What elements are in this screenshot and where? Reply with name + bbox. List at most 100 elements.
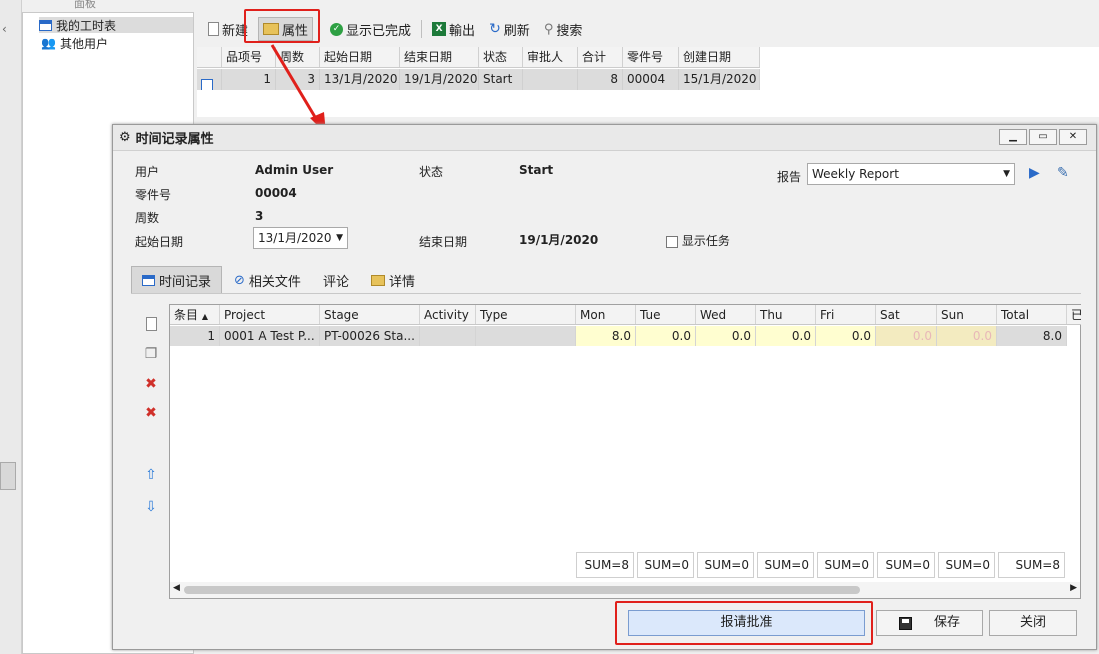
copy-entry-button[interactable]: ❐ <box>143 346 159 362</box>
arrow-up-icon: ⇧ <box>145 467 157 483</box>
show-completed-button[interactable]: ✓ 显示已完成 <box>326 17 415 41</box>
dialog-icon: ⚙ <box>119 130 131 145</box>
column-header[interactable]: 审批人 <box>523 47 578 67</box>
cell-thu[interactable]: 0.0 <box>756 326 816 346</box>
start-date-picker[interactable]: 13/1月/2020 ▼ <box>253 227 348 249</box>
excel-icon: X <box>432 22 447 36</box>
cell-mon[interactable]: 8.0 <box>576 326 636 346</box>
horizontal-scrollbar[interactable]: ◀ ▶ <box>170 582 1080 598</box>
column-header[interactable]: 已 <box>1067 305 1081 324</box>
column-header[interactable]: 零件号 <box>623 47 679 67</box>
tab-details[interactable]: 详情 <box>361 266 425 294</box>
column-header[interactable]: 状态 <box>479 47 523 67</box>
grid-icon <box>142 275 155 286</box>
part-label: 零件号 <box>135 188 172 202</box>
week-label: 周数 <box>135 211 160 225</box>
column-header[interactable]: 起始日期 <box>320 47 400 67</box>
report-select[interactable]: Weekly Report ▼ <box>807 163 1015 185</box>
show-tasks-option[interactable]: 显示任务 <box>666 232 730 249</box>
minimize-button[interactable]: ▁ <box>999 129 1027 145</box>
column-header[interactable]: Project <box>220 305 320 324</box>
row-select-cell[interactable] <box>197 69 222 90</box>
table-row[interactable]: 1 3 13/1月/2020 19/1月/2020 Start 8 00004 … <box>197 69 760 90</box>
dropdown-arrow-icon: ▼ <box>1003 169 1010 179</box>
cell-type[interactable] <box>476 326 576 346</box>
column-header[interactable]: Wed <box>696 305 756 324</box>
save-disk-icon <box>898 616 912 630</box>
report-label: 报告 <box>777 170 802 184</box>
refresh-icon: ↻ <box>489 21 501 37</box>
cell-wed[interactable]: 0.0 <box>696 326 756 346</box>
row-checkbox[interactable] <box>201 78 213 90</box>
scroll-left-icon[interactable]: ◀ <box>173 583 180 593</box>
tab-related-files[interactable]: ⊘ 相关文件 <box>224 266 311 294</box>
move-up-button[interactable]: ⇧ <box>143 467 159 483</box>
cell-project[interactable]: 0001 A Test P... <box>220 326 320 346</box>
move-down-button[interactable]: ⇩ <box>143 499 159 515</box>
cell-activity[interactable] <box>420 326 476 346</box>
tree-item-my-timesheet[interactable]: 我的工时表 <box>39 17 193 33</box>
start-date-value: 13/1月/2020 <box>258 231 332 245</box>
scrollbar-thumb[interactable] <box>184 586 860 594</box>
column-header[interactable]: 品项号 <box>222 47 276 67</box>
dialog-titlebar[interactable]: ⚙ 时间记录属性 <box>113 125 1096 151</box>
column-header[interactable]: 创建日期 <box>679 47 760 67</box>
maximize-button[interactable]: ▭ <box>1029 129 1057 145</box>
refresh-button[interactable]: ↻ 刷新 <box>485 17 534 41</box>
copy-icon: ❐ <box>144 346 158 362</box>
status-value: Start <box>519 163 554 177</box>
search-icon: ⚲ <box>543 21 554 37</box>
sum-wed: SUM=0 <box>697 552 754 578</box>
dialog-tabs: 时间记录 ⊘ 相关文件 评论 详情 <box>131 266 425 294</box>
tree-item-other-users[interactable]: 👥 其他用户 <box>41 35 108 51</box>
time-record-properties-dialog: ⚙ 时间记录属性 ▁ ▭ ✕ 用户 Admin User 状态 Start 零件… <box>112 124 1097 650</box>
column-header-entry[interactable]: 条目 ▲ <box>170 305 220 324</box>
show-tasks-label: 显示任务 <box>681 234 730 248</box>
edit-report-icon[interactable]: ✎ <box>1057 165 1069 181</box>
save-button[interactable]: 保存 <box>876 610 983 636</box>
column-header[interactable]: Activity <box>420 305 476 324</box>
delete-all-button[interactable]: ✖ <box>143 405 159 421</box>
tab-divider <box>131 293 1081 294</box>
sort-ascending-icon: ▲ <box>201 312 208 321</box>
new-document-icon <box>145 317 157 331</box>
column-header[interactable]: Type <box>476 305 576 324</box>
search-button[interactable]: ⚲ 搜索 <box>540 17 587 41</box>
scroll-right-icon[interactable]: ▶ <box>1070 583 1077 593</box>
export-button[interactable]: X 輸出 <box>428 17 479 41</box>
collapse-chevron-icon[interactable]: ‹ <box>2 22 7 36</box>
cell-tue[interactable]: 0.0 <box>636 326 696 346</box>
week-value: 3 <box>255 209 264 223</box>
show-completed-label: 显示已完成 <box>346 23 412 39</box>
column-header[interactable]: Tue <box>636 305 696 324</box>
column-header[interactable]: 结束日期 <box>400 47 479 67</box>
cell-fri[interactable]: 0.0 <box>816 326 876 346</box>
column-header[interactable]: Total <box>997 305 1067 324</box>
delete-entry-button[interactable]: ✖ <box>143 376 159 392</box>
cell-sun[interactable]: 0.0 <box>937 326 997 346</box>
end-date-value: 19/1月/2020 <box>519 233 599 247</box>
column-header[interactable]: Fri <box>816 305 876 324</box>
check-circle-icon: ✓ <box>330 22 344 36</box>
pane-scroll-handle[interactable] <box>0 462 16 490</box>
tab-comments[interactable]: 评论 <box>313 266 359 294</box>
search-label: 搜索 <box>556 23 583 39</box>
column-header[interactable]: Stage <box>320 305 420 324</box>
minimize-icon: ▁ <box>1009 131 1017 142</box>
column-header[interactable]: Mon <box>576 305 636 324</box>
delete-all-icon: ✖ <box>145 405 157 421</box>
column-header[interactable]: Sat <box>876 305 937 324</box>
run-report-icon[interactable]: ▶ <box>1029 165 1040 181</box>
add-entry-button[interactable] <box>143 317 159 333</box>
show-tasks-checkbox[interactable] <box>666 235 678 248</box>
column-header[interactable]: Thu <box>756 305 816 324</box>
column-header[interactable]: Sun <box>937 305 997 324</box>
close-button[interactable]: 关闭 <box>989 610 1077 636</box>
column-header[interactable]: 合计 <box>578 47 623 67</box>
column-header[interactable]: 周数 <box>276 47 320 67</box>
close-window-button[interactable]: ✕ <box>1059 129 1087 145</box>
table-row[interactable]: 1 0001 A Test P... PT-00026 Sta... 8.0 0… <box>170 326 1067 346</box>
cell-sat[interactable]: 0.0 <box>876 326 937 346</box>
cell-stage[interactable]: PT-00026 Sta... <box>320 326 420 346</box>
tab-time-records[interactable]: 时间记录 <box>131 266 223 294</box>
